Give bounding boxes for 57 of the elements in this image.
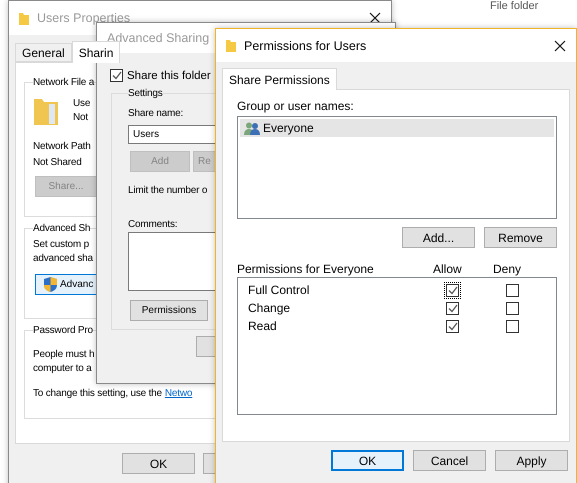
deny-checkbox[interactable] (504, 282, 521, 298)
dialog-button[interactable]: Apply (495, 450, 568, 471)
close-icon[interactable] (369, 12, 381, 24)
share-name-field[interactable]: Users (128, 125, 215, 144)
folder-icon (19, 12, 29, 24)
dialog-button[interactable]: Remove (484, 227, 557, 248)
allow-header: Allow (433, 262, 463, 276)
dialog-button[interactable]: Add... (402, 227, 475, 248)
deny-checkbox[interactable] (504, 318, 521, 334)
tab[interactable]: Sharin (72, 41, 120, 63)
user-item[interactable]: Everyone (240, 119, 554, 137)
description-text: People must h (33, 348, 94, 362)
window-title: Permissions for Users (244, 38, 368, 52)
share-name-text: Not (73, 111, 88, 125)
checkmark-icon (112, 71, 122, 80)
comments-label: Comments: (128, 218, 178, 232)
tab[interactable]: General (15, 43, 72, 62)
description-text: advanced sha (33, 252, 93, 266)
share-name-text: Use (73, 97, 90, 111)
dialog-button[interactable]: OK (331, 450, 404, 471)
group-title: Advanced Sh (33, 223, 90, 234)
permission-name: Change (248, 301, 292, 315)
allow-checkbox[interactable] (444, 300, 461, 316)
window-title: Users Properties (37, 11, 132, 25)
group-label: Group or user names: (237, 99, 354, 113)
shield-icon (44, 277, 57, 292)
network-path-value: Not Shared (33, 156, 82, 170)
description-text: Set custom p (33, 238, 89, 252)
tab[interactable]: Share Permissions (222, 68, 337, 90)
file-type-label: File folder (490, 0, 538, 12)
comments-field[interactable] (128, 232, 215, 291)
users-icon (244, 122, 260, 134)
permission-name: Full Control (248, 283, 310, 297)
network-link[interactable]: Netwo (164, 388, 192, 399)
close-icon[interactable] (554, 40, 566, 52)
deny-header: Deny (493, 262, 522, 276)
limit-text: Limit the number o (128, 184, 208, 198)
folder-icon (226, 39, 236, 52)
permissions-header: Permissions for Everyone (237, 262, 375, 276)
share-name-label: Share name: (128, 107, 184, 121)
permissions-button[interactable]: Permissions (130, 300, 208, 321)
ok-button[interactable]: OK (122, 453, 195, 474)
folder-icon (33, 96, 59, 126)
advanced-sharing-button[interactable]: Advanc (35, 274, 96, 295)
dialog-button[interactable]: Cancel (413, 450, 486, 471)
group-title: Password Pro (33, 325, 93, 336)
description-text: computer to a (33, 362, 92, 376)
group-title: Settings (128, 88, 163, 99)
network-path-label: Network Path (33, 140, 91, 154)
checkbox-label: Share this folder (127, 70, 211, 82)
note-text: To change this setting, use the (33, 388, 162, 399)
deny-checkbox[interactable] (504, 300, 521, 316)
checkbox[interactable] (110, 69, 123, 82)
allow-checkbox[interactable] (444, 282, 461, 298)
permission-name: Read (248, 319, 278, 333)
group-title: Network File a (33, 77, 94, 88)
allow-checkbox[interactable] (444, 318, 461, 334)
